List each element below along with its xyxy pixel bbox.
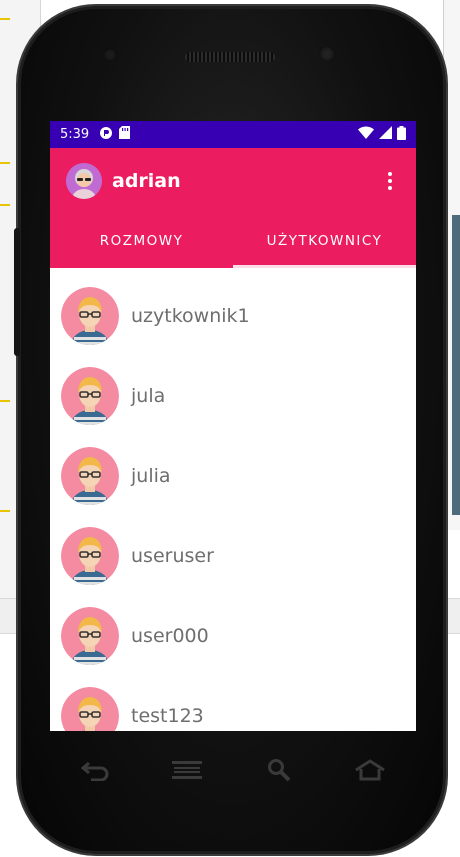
user-avatar-icon xyxy=(61,687,119,731)
ide-right-scroll xyxy=(452,215,460,515)
tab-uzytkownicy[interactable]: UŻYTKOWNICY xyxy=(233,213,416,268)
user-name: uzytkownik1 xyxy=(131,305,250,327)
user-avatar-icon xyxy=(61,527,119,585)
ide-marker xyxy=(0,400,10,402)
user-name: test123 xyxy=(131,705,204,727)
list-item[interactable]: useruser xyxy=(50,516,416,596)
user-name: julia xyxy=(131,465,171,487)
front-sensor xyxy=(103,48,117,62)
user-avatar-icon xyxy=(61,447,119,505)
ide-marker xyxy=(0,18,10,20)
earpiece-speaker xyxy=(185,52,275,62)
user-name: user000 xyxy=(131,625,209,647)
user-avatar-icon xyxy=(61,607,119,665)
profile-avatar[interactable] xyxy=(66,162,102,199)
menu-lines-icon[interactable] xyxy=(167,755,207,785)
user-name: jula xyxy=(131,385,166,407)
signal-icon xyxy=(379,126,392,143)
phone-side-button[interactable] xyxy=(14,228,20,356)
user-avatar-icon xyxy=(61,367,119,425)
sd-card-icon xyxy=(119,126,131,143)
grandma-avatar-icon xyxy=(66,162,102,199)
tab-indicator xyxy=(233,265,416,268)
list-item[interactable]: julia xyxy=(50,436,416,516)
ide-marker xyxy=(0,510,10,512)
users-list: uzytkownik1 jula julia useruser user000 xyxy=(50,268,416,731)
status-bar: 5:39 xyxy=(50,121,416,148)
back-icon[interactable] xyxy=(76,755,116,785)
hardware-nav-bar xyxy=(50,740,416,800)
front-camera xyxy=(319,46,335,62)
battery-icon xyxy=(397,125,406,144)
wifi-icon xyxy=(358,126,374,143)
list-item[interactable]: test123 xyxy=(50,676,416,731)
user-avatar-icon xyxy=(61,287,119,345)
app-title: adrian xyxy=(112,169,181,192)
ide-marker xyxy=(0,204,10,206)
search-icon[interactable] xyxy=(259,755,299,785)
app-screen: 5:39 adrian ROZMOWY UŻYTKOWNICY uzytkown… xyxy=(50,121,416,731)
tab-rozmowy[interactable]: ROZMOWY xyxy=(50,213,233,268)
status-right-icons xyxy=(358,125,406,144)
tab-bar: ROZMOWY UŻYTKOWNICY xyxy=(50,213,416,268)
ide-marker xyxy=(0,162,10,164)
user-name: useruser xyxy=(131,545,214,567)
home-icon[interactable] xyxy=(350,755,390,785)
list-item[interactable]: user000 xyxy=(50,596,416,676)
list-item[interactable]: uzytkownik1 xyxy=(50,276,416,356)
status-time: 5:39 xyxy=(60,127,90,142)
app-bar: adrian xyxy=(50,148,416,213)
list-item[interactable]: jula xyxy=(50,356,416,436)
overflow-menu-icon[interactable] xyxy=(380,171,400,190)
data-saver-icon xyxy=(99,126,113,144)
